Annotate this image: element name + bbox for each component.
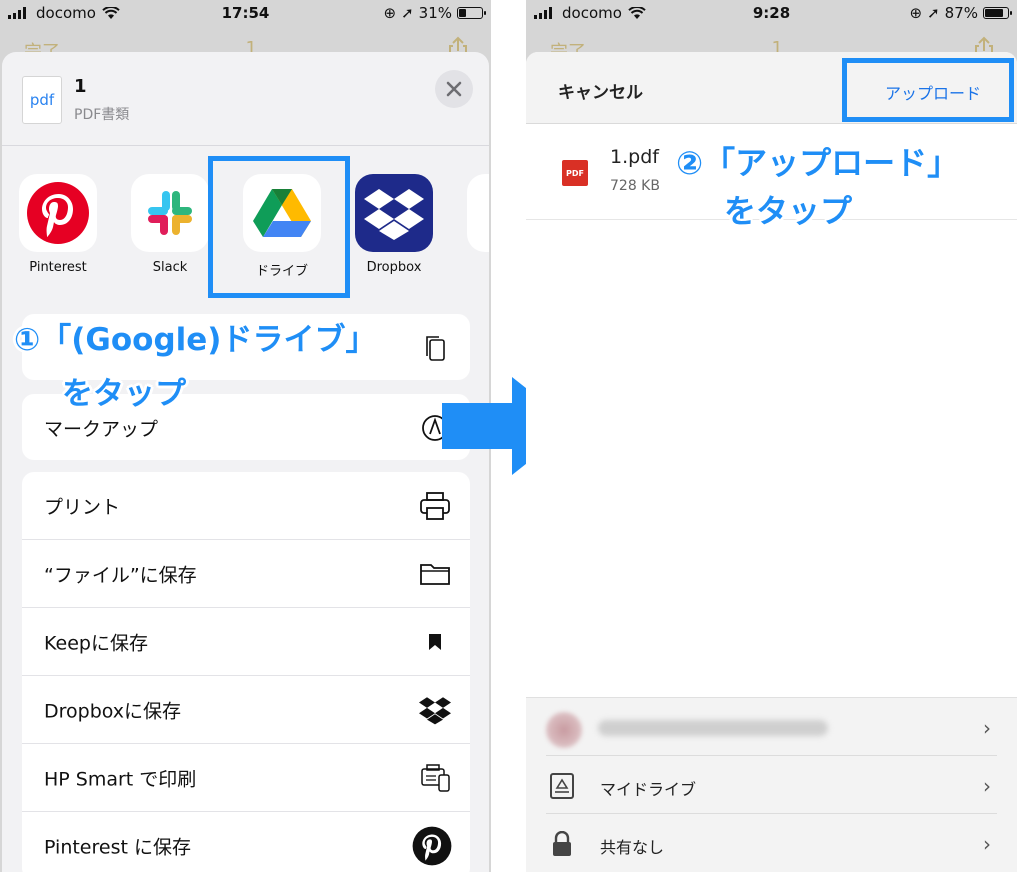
background-toolbar: 完了 1 bbox=[0, 28, 491, 63]
markup-label: マークアップ bbox=[44, 418, 159, 441]
battery-percent: 31% bbox=[418, 4, 452, 22]
file-name: 1.pdf bbox=[610, 146, 659, 168]
pdf-icon-label: PDF bbox=[566, 168, 584, 178]
avatar bbox=[546, 712, 582, 748]
pinterest-icon bbox=[19, 174, 97, 252]
account-row[interactable]: › bbox=[526, 698, 1017, 756]
document-title: 1 bbox=[74, 76, 87, 97]
status-time: 9:28 bbox=[752, 4, 791, 22]
copy-icon bbox=[418, 331, 452, 365]
status-bar: docomo 17:54 ⊕ ➚ 31% bbox=[0, 0, 491, 28]
lock-icon bbox=[548, 830, 576, 858]
cancel-button[interactable]: キャンセル bbox=[558, 78, 643, 103]
action-list: プリント “ファイル”に保存 Keepに保存 Dropboxに保存 HP Sma… bbox=[22, 472, 470, 872]
annotation-step-2-tap: をタップ bbox=[724, 192, 853, 230]
share-sheet-header: pdf 1 PDF書類 bbox=[2, 52, 489, 146]
printer-icon bbox=[418, 489, 452, 523]
annotation-step-2: ②「アップロード」 bbox=[676, 144, 960, 182]
hp-smart-icon bbox=[418, 761, 452, 795]
highlight-box-drive bbox=[208, 156, 350, 298]
dropbox-icon bbox=[355, 174, 433, 252]
share-sheet: pdf 1 PDF書類 Pinterest Slack ドライブ Dropbox… bbox=[2, 52, 489, 872]
close-icon bbox=[446, 81, 462, 97]
chevron-right-icon: › bbox=[983, 774, 991, 798]
app-more[interactable]: そ bbox=[466, 174, 489, 279]
status-bar: docomo 9:28 ⊕ ➚ 87% bbox=[526, 0, 1017, 28]
destination-list: › マイドライブ › 共有なし › bbox=[526, 697, 1017, 872]
pdf-thumbnail: pdf bbox=[22, 76, 62, 124]
orientation-lock-icon: ⊕ bbox=[383, 4, 397, 22]
right-phone-screenshot: docomo 9:28 ⊕ ➚ 87% 完了 1 キャンセル アップロード PD… bbox=[526, 0, 1017, 872]
action-label: Pinterest に保存 bbox=[44, 836, 191, 859]
carrier: docomo bbox=[534, 4, 646, 22]
folder-row[interactable]: マイドライブ › bbox=[526, 756, 1017, 814]
signal-icon bbox=[8, 7, 26, 19]
app-label: Pinterest bbox=[29, 260, 87, 275]
action-label: “ファイル”に保存 bbox=[44, 564, 197, 586]
location-icon: ➚ bbox=[401, 4, 414, 22]
left-phone-screenshot: docomo 17:54 ⊕ ➚ 31% 完了 1 pdf 1 PDF書類 bbox=[0, 0, 491, 872]
more-icon bbox=[467, 174, 489, 252]
action-label: HP Smart で印刷 bbox=[44, 768, 197, 790]
orientation-lock-icon: ⊕ bbox=[909, 4, 923, 22]
document-type: PDF書類 bbox=[74, 107, 130, 123]
chevron-right-icon: › bbox=[983, 716, 991, 740]
battery-icon bbox=[983, 7, 1012, 19]
folder-icon bbox=[418, 557, 452, 591]
bookmark-icon bbox=[418, 625, 452, 659]
carrier: docomo bbox=[8, 4, 120, 22]
location-icon: ➚ bbox=[927, 4, 940, 22]
annotation-step-1: ①「(Google)ドライブ」 bbox=[14, 322, 377, 358]
action-label: Dropboxに保存 bbox=[44, 700, 182, 722]
signal-icon bbox=[534, 7, 552, 19]
save-to-keep-row[interactable]: Keepに保存 bbox=[22, 608, 470, 676]
hp-smart-print-row[interactable]: HP Smart で印刷 bbox=[22, 744, 470, 812]
pdf-thumb-label: pdf bbox=[29, 91, 55, 109]
save-to-dropbox-row[interactable]: Dropboxに保存 bbox=[22, 676, 470, 744]
battery-icon bbox=[457, 7, 486, 19]
folder-label: マイドライブ bbox=[600, 780, 697, 799]
highlight-box-upload bbox=[842, 58, 1014, 122]
background-toolbar: 完了 1 bbox=[526, 28, 1017, 63]
sharing-row[interactable]: 共有なし › bbox=[526, 814, 1017, 872]
annotation-step-1-tap: をタップ bbox=[62, 376, 186, 412]
status-time: 17:54 bbox=[221, 4, 270, 22]
app-label: そ bbox=[466, 260, 489, 279]
drive-folder-icon bbox=[548, 772, 576, 800]
app-label: Dropbox bbox=[366, 260, 422, 275]
action-label: Keepに保存 bbox=[44, 632, 148, 654]
sharing-label: 共有なし bbox=[600, 838, 665, 857]
close-button[interactable] bbox=[435, 70, 473, 108]
pdf-file-icon: PDF bbox=[562, 160, 588, 186]
slack-icon bbox=[131, 174, 209, 252]
status-right: ⊕ ➚ 87% bbox=[909, 4, 1012, 22]
status-right: ⊕ ➚ 31% bbox=[383, 4, 486, 22]
wifi-icon bbox=[628, 6, 646, 19]
app-pinterest[interactable]: Pinterest bbox=[18, 174, 98, 275]
battery-percent: 87% bbox=[944, 4, 978, 22]
pinterest-icon bbox=[412, 826, 452, 866]
app-slack[interactable]: Slack bbox=[130, 174, 210, 275]
carrier-label: docomo bbox=[562, 4, 622, 22]
print-row[interactable]: プリント bbox=[22, 472, 470, 540]
chevron-right-icon: › bbox=[983, 832, 991, 856]
app-label: Slack bbox=[152, 260, 188, 275]
wifi-icon bbox=[102, 6, 120, 19]
account-email-blurred bbox=[598, 720, 828, 736]
save-to-files-row[interactable]: “ファイル”に保存 bbox=[22, 540, 470, 608]
save-to-pinterest-row[interactable]: Pinterest に保存 bbox=[22, 812, 470, 872]
dropbox-icon bbox=[418, 693, 452, 727]
file-size: 728 KB bbox=[610, 178, 660, 194]
battery-fill bbox=[985, 9, 1003, 17]
battery-fill bbox=[459, 9, 466, 17]
carrier-label: docomo bbox=[36, 4, 96, 22]
action-label: プリント bbox=[44, 496, 121, 518]
app-dropbox[interactable]: Dropbox bbox=[354, 174, 434, 275]
